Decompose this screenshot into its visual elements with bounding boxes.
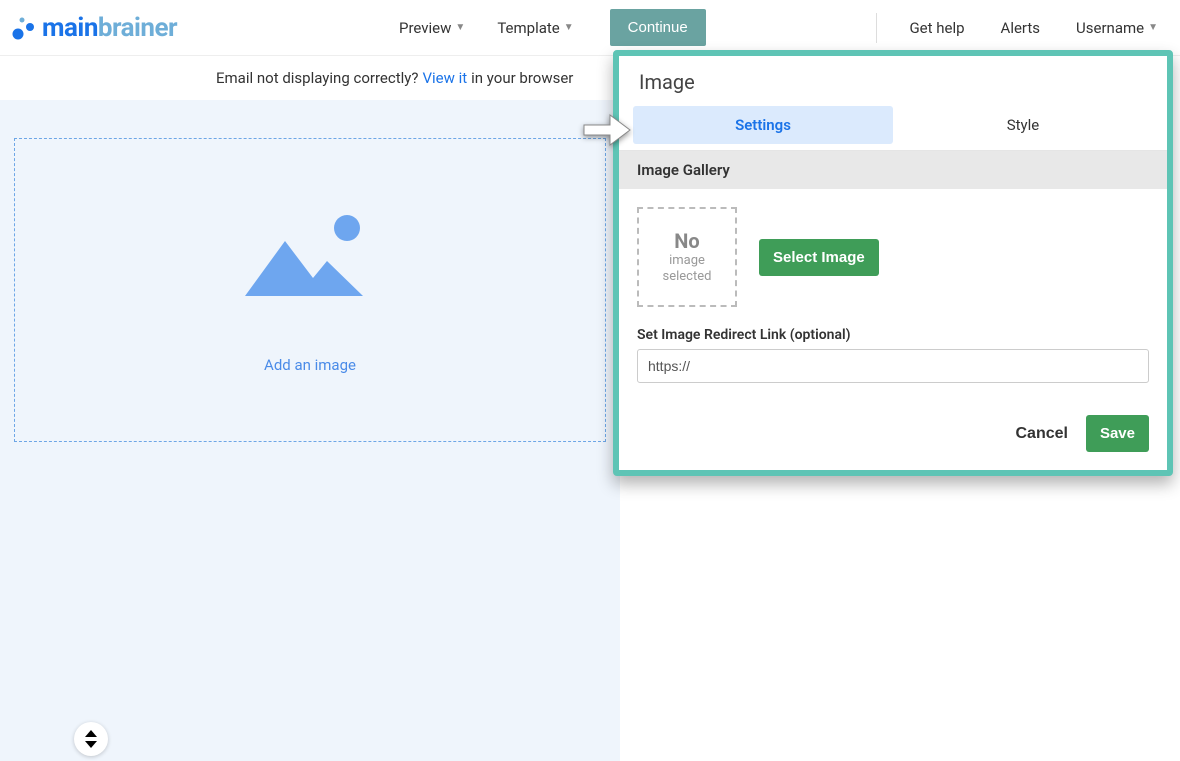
nav-center: Preview ▼ Template ▼ Continue	[395, 9, 706, 46]
logo[interactable]: mainbrainer	[10, 13, 177, 43]
nav-username-label: Username	[1076, 19, 1144, 37]
nav-right: Get help Alerts Username ▼	[876, 13, 1162, 43]
nav-template-label: Template	[497, 19, 559, 37]
save-button[interactable]: Save	[1086, 415, 1149, 452]
cancel-button[interactable]: Cancel	[1015, 425, 1067, 443]
nav-template[interactable]: Template ▼	[493, 13, 577, 43]
tab-style[interactable]: Style	[893, 106, 1153, 144]
caret-down-icon: ▼	[1148, 22, 1158, 33]
image-settings-panel: Image Settings Style Image Gallery No im…	[613, 50, 1173, 476]
tab-settings[interactable]: Settings	[633, 106, 893, 144]
no-image-line1: No	[674, 229, 699, 253]
continue-button[interactable]: Continue	[610, 9, 706, 46]
nav-preview[interactable]: Preview ▼	[395, 13, 469, 43]
image-drop-label: Add an image	[264, 356, 356, 374]
caret-down-icon: ▼	[455, 22, 465, 33]
nav-help[interactable]: Get help	[905, 13, 968, 43]
gallery-row: No image selected Select Image	[637, 207, 1149, 307]
nav-alerts[interactable]: Alerts	[997, 13, 1045, 43]
panel-title: Image	[619, 56, 1167, 106]
section-gallery-header: Image Gallery	[619, 151, 1167, 189]
infobar-link[interactable]: View it	[422, 69, 467, 87]
no-image-thumbnail: No image selected	[637, 207, 737, 307]
infobar-suffix: in your browser	[471, 69, 573, 87]
no-image-line2: image	[669, 253, 705, 269]
divider	[876, 13, 877, 43]
no-image-line3: selected	[663, 269, 712, 285]
image-placeholder-icon	[235, 206, 385, 306]
panel-tabs: Settings Style	[619, 106, 1167, 151]
panel-footer: Cancel Save	[619, 401, 1167, 470]
select-image-button[interactable]: Select Image	[759, 239, 879, 276]
logo-text: mainbrainer	[42, 13, 177, 43]
nav-username[interactable]: Username ▼	[1072, 13, 1162, 43]
redirect-link-label: Set Image Redirect Link (optional)	[637, 327, 1149, 343]
nav-preview-label: Preview	[399, 19, 451, 37]
logo-icon	[10, 13, 40, 43]
sort-icon	[84, 730, 98, 748]
reorder-handle[interactable]	[74, 722, 108, 756]
image-drop-zone[interactable]: Add an image	[14, 138, 606, 442]
infobar-prefix: Email not displaying correctly?	[216, 69, 418, 87]
redirect-link-input[interactable]	[637, 349, 1149, 383]
pointer-arrow-icon	[582, 112, 632, 148]
app-header: mainbrainer Preview ▼ Template ▼ Continu…	[0, 0, 1180, 56]
canvas-column: Add an image	[0, 100, 620, 761]
section-gallery-body: No image selected Select Image Set Image…	[619, 189, 1167, 401]
caret-down-icon: ▼	[564, 22, 574, 33]
